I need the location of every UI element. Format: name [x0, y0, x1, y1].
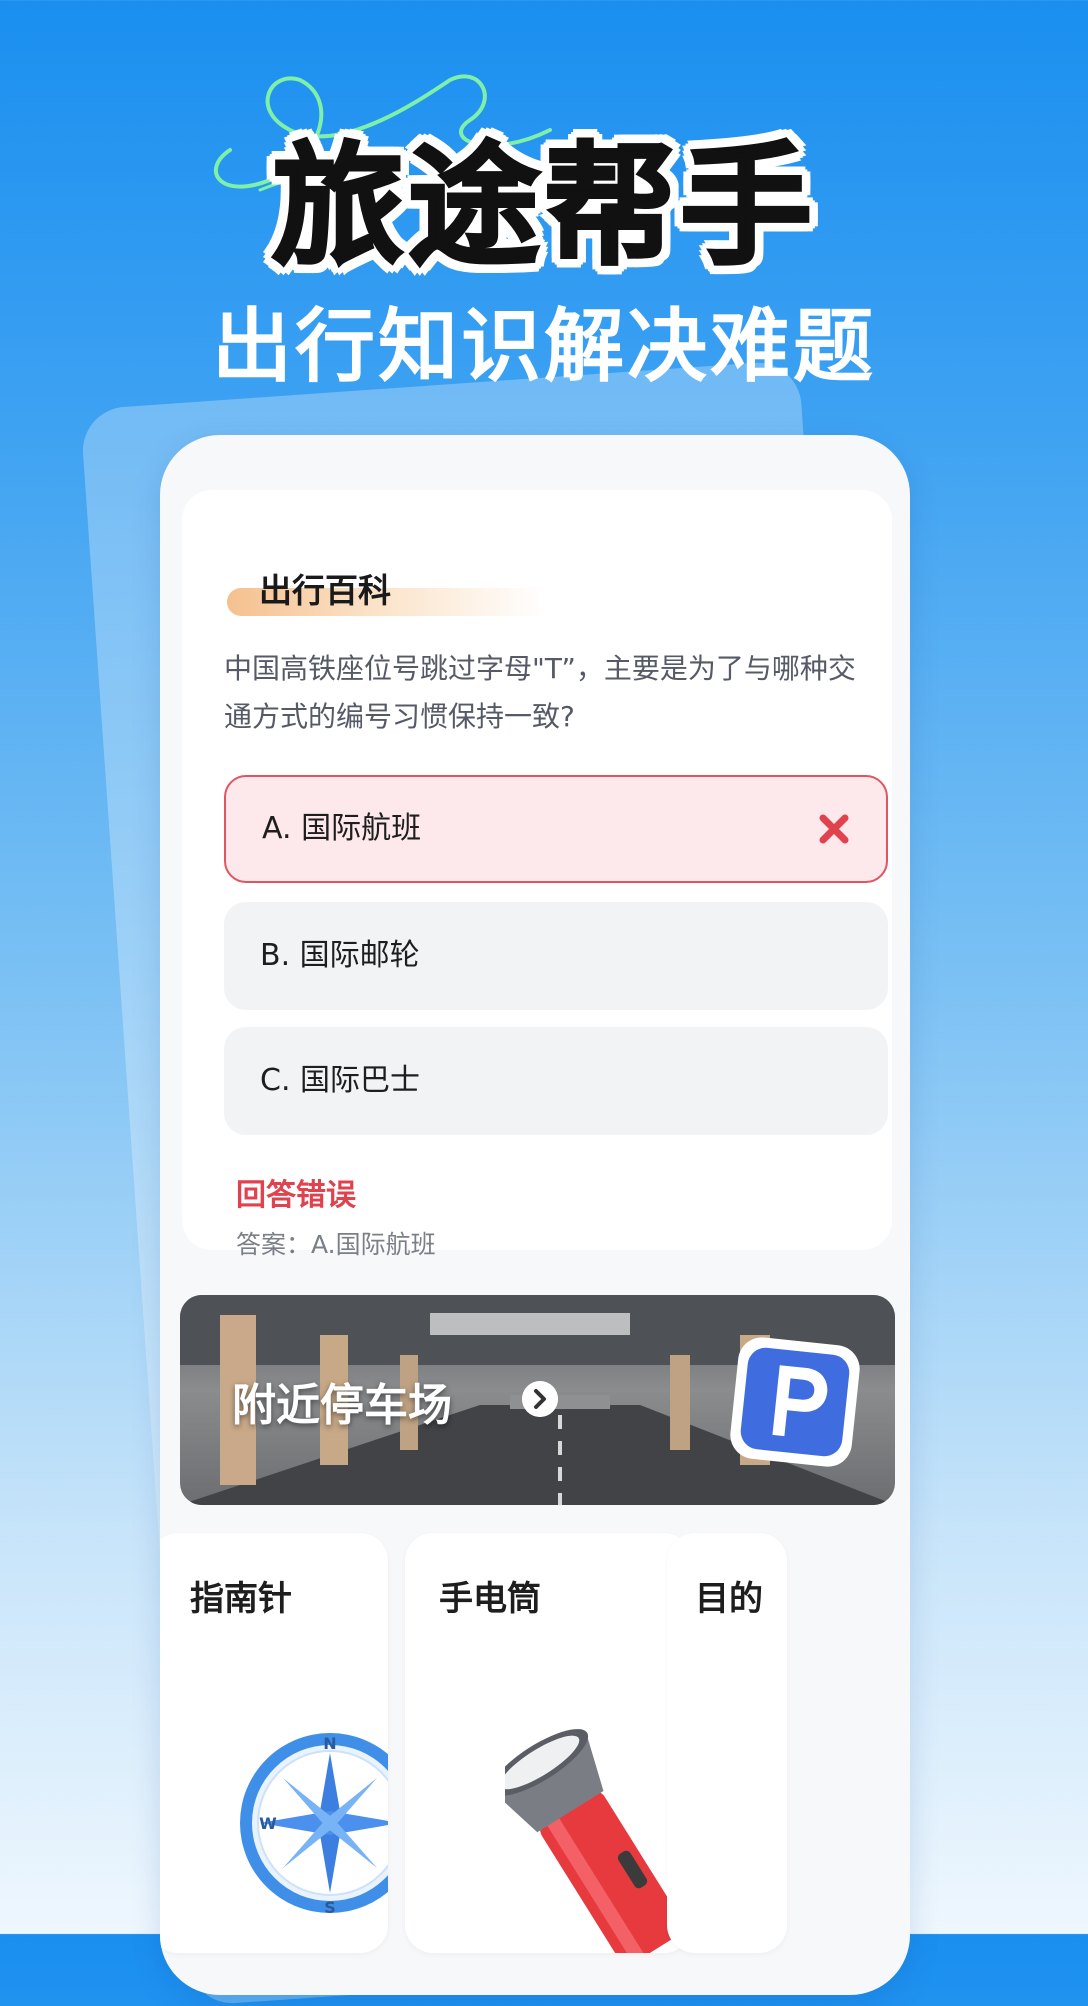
result-status: 回答错误: [236, 1178, 356, 1213]
flashlight-icon: [505, 1729, 675, 1953]
parking-sign-icon: [730, 1337, 860, 1467]
section-header: 出行百科: [227, 570, 547, 620]
flashlight-card-title: 手电筒: [439, 1579, 541, 1619]
section-title: 出行百科: [259, 571, 391, 610]
compass-icon: N W S: [240, 1733, 388, 1917]
compass-card[interactable]: 指南针 N W S: [160, 1533, 388, 1953]
option-b[interactable]: B. 国际邮轮: [224, 902, 888, 1010]
chevron-right-icon: [522, 1381, 558, 1417]
quiz-card: 出行百科 中国高铁座位号跳过字母"T”，主要是为了与哪种交通方式的编号习惯保持一…: [182, 490, 892, 1259]
correct-answer: 答案：A.国际航班: [236, 1230, 436, 1259]
destination-card-title: 目的: [695, 1579, 763, 1619]
nearby-parking-banner[interactable]: 附近停车场: [180, 1295, 895, 1505]
quiz-question: 中国高铁座位号跳过字母"T”，主要是为了与哪种交通方式的编号习惯保持一致?: [224, 652, 856, 733]
banner-label: 附近停车场: [232, 1380, 452, 1431]
app-title: 旅途帮手: [271, 129, 816, 286]
wrong-x-icon: [819, 814, 849, 844]
svg-text:S: S: [324, 1898, 336, 1917]
destination-card[interactable]: 目的: [667, 1533, 787, 1953]
option-c[interactable]: C. 国际巴士: [224, 1027, 888, 1135]
option-c-label: C. 国际巴士: [260, 1063, 421, 1098]
option-a[interactable]: A. 国际航班: [224, 775, 888, 883]
phone-screen: 出行百科 中国高铁座位号跳过字母"T”，主要是为了与哪种交通方式的编号习惯保持一…: [160, 435, 910, 1995]
option-b-label: B. 国际邮轮: [260, 938, 420, 973]
svg-text:W: W: [259, 1814, 277, 1833]
compass-card-title: 指南针: [190, 1579, 292, 1619]
svg-text:N: N: [323, 1734, 336, 1753]
flashlight-card[interactable]: 手电筒: [405, 1533, 692, 1953]
option-a-label: A. 国际航班: [262, 811, 422, 846]
